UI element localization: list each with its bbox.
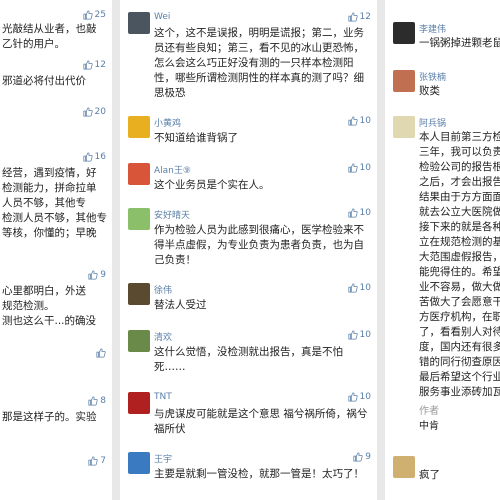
like-count: 12 xyxy=(359,12,371,22)
like-count: 12 xyxy=(94,60,106,70)
comment-text: 这个业务员是个实在人。 xyxy=(154,179,270,191)
avatar[interactable] xyxy=(128,283,150,305)
middle-comment-column: Wei 12 这个，这不是误报，明明是谎报；第二，业务员还有些良知；第三，看不见… xyxy=(120,0,377,500)
like-button[interactable]: 9 xyxy=(88,270,106,280)
like-button[interactable]: 10 xyxy=(348,208,371,218)
like-count: 25 xyxy=(94,10,106,20)
like-button[interactable]: 12 xyxy=(83,60,106,70)
like-count: 16 xyxy=(94,152,106,162)
like-count: 10 xyxy=(359,283,371,293)
commenter-name[interactable]: Wei xyxy=(154,12,170,22)
comment-text: 不知道给谁背锅了 xyxy=(154,132,238,144)
like-button[interactable]: 9 xyxy=(353,452,371,462)
avatar[interactable] xyxy=(393,70,415,92)
thumbs-up-icon xyxy=(348,330,358,340)
comment-text: 疯了 xyxy=(419,469,440,481)
commenter-name[interactable]: 安好晴天 xyxy=(154,208,190,221)
comment-text: 这个，这不是误报，明明是谎报；第二，业务员还有些良知；第三，看不见的冰山更恐怖，… xyxy=(154,27,364,99)
like-button[interactable]: 10 xyxy=(348,392,371,402)
comment-text: 一锅粥掉进颗老鼠 xyxy=(419,37,500,49)
thumbs-up-icon xyxy=(83,107,93,117)
comment-text: 心里都明白，外送 规范检测。 测也这么干...的确没 xyxy=(2,285,97,327)
like-button[interactable]: 12 xyxy=(348,12,371,22)
avatar[interactable] xyxy=(393,456,415,478)
comment-text: 替法人受过 xyxy=(154,299,207,311)
like-count: 8 xyxy=(100,396,106,406)
thumbs-up-icon xyxy=(348,283,358,293)
avatar[interactable] xyxy=(128,12,150,34)
commenter-name[interactable]: Alan王⑨ xyxy=(154,163,191,176)
avatar[interactable] xyxy=(393,22,415,44)
like-button[interactable]: 10 xyxy=(348,163,371,173)
like-count: 7 xyxy=(100,456,106,466)
comment-text: 光敲结从业者，也敲 乙针的用户。 xyxy=(2,23,97,50)
like-button[interactable]: 10 xyxy=(348,330,371,340)
commenter-name[interactable]: 王宇 xyxy=(154,452,172,465)
commenter-name[interactable]: 阿兵锅 xyxy=(419,116,446,129)
like-count: 9 xyxy=(365,452,371,462)
commenter-name[interactable]: 张铁楠 xyxy=(419,70,446,83)
like-count: 10 xyxy=(359,208,371,218)
commenter-name[interactable]: 清欢 xyxy=(154,330,172,343)
commenter-name[interactable]: 李建伟 xyxy=(419,22,446,35)
left-comment-column: 光敲结从业者，也敲 乙针的用户。 25 邪道必将付出代价 12 20 经营，遇到… xyxy=(0,0,112,500)
comment-text: 作为检验人员为此感到很痛心，医学检验来不得半点虚假，为专业负责为患者负责，也为自… xyxy=(154,224,364,266)
thumbs-up-icon xyxy=(353,452,363,462)
like-button[interactable]: 7 xyxy=(88,456,106,466)
like-button[interactable]: 16 xyxy=(83,152,106,162)
author-tag: 作者 xyxy=(419,406,439,417)
thumbs-up-icon xyxy=(348,163,358,173)
avatar[interactable] xyxy=(128,452,150,474)
avatar[interactable] xyxy=(128,330,150,352)
like-button[interactable]: 10 xyxy=(348,283,371,293)
comment-text: 主要是就剩一管没检，就那一管是！太巧了！ xyxy=(154,468,364,480)
thumbs-up-icon xyxy=(348,12,358,22)
avatar[interactable] xyxy=(393,116,415,138)
like-count: 9 xyxy=(100,270,106,280)
like-button[interactable]: 10 xyxy=(348,116,371,126)
comment-text: 这什么觉悟，没检测就出报告，真是不怕死…… xyxy=(154,346,343,373)
comment-text: 那是这样子的。实验 xyxy=(2,411,97,423)
comment-text: 败类 xyxy=(419,85,440,97)
avatar[interactable] xyxy=(128,116,150,138)
avatar[interactable] xyxy=(128,392,150,414)
author-reply-block: 作者 中肯 xyxy=(419,404,439,434)
thumbs-up-icon xyxy=(348,208,358,218)
thumbs-up-icon xyxy=(88,456,98,466)
avatar[interactable] xyxy=(128,163,150,185)
comment-text: 邪道必将付出代价 xyxy=(2,75,86,87)
comment-text: 经营，遇到疫情，好 检测能力，拼命拉单 人员不够，其他专 检测人员不够，其他专 … xyxy=(2,167,107,239)
thumbs-up-icon xyxy=(96,348,106,358)
like-count: 10 xyxy=(359,116,371,126)
thumbs-up-icon xyxy=(348,392,358,402)
comment-text: 本人目前第三方检 三年，我可以负责 检验公司的报告根 之后，才会出报告 结果由于… xyxy=(419,131,500,398)
like-count: 10 xyxy=(359,392,371,402)
commenter-name[interactable]: 徐伟 xyxy=(154,283,172,296)
thumbs-up-icon xyxy=(88,270,98,280)
like-count: 10 xyxy=(359,163,371,173)
right-comment-column: 李建伟 一锅粥掉进颗老鼠 张铁楠 败类 阿兵锅 本人目前第三方检 三年，我可以负… xyxy=(385,0,500,500)
commenter-name[interactable]: TNT xyxy=(154,392,172,402)
author-reply-text: 中肯 xyxy=(419,421,439,432)
thumbs-up-icon xyxy=(83,152,93,162)
like-button[interactable] xyxy=(96,348,106,358)
like-button[interactable]: 8 xyxy=(88,396,106,406)
like-button[interactable]: 25 xyxy=(83,10,106,20)
like-count: 20 xyxy=(94,107,106,117)
thumbs-up-icon xyxy=(83,60,93,70)
thumbs-up-icon xyxy=(88,396,98,406)
avatar[interactable] xyxy=(128,208,150,230)
commenter-name[interactable]: 小黄鸡 xyxy=(154,116,181,129)
like-button[interactable]: 20 xyxy=(83,107,106,117)
thumbs-up-icon xyxy=(348,116,358,126)
comment-text: 与虎谋皮可能就是这个意思 福兮祸所倚，祸兮福所伏 xyxy=(154,408,368,435)
thumbs-up-icon xyxy=(83,10,93,20)
like-count: 10 xyxy=(359,330,371,340)
